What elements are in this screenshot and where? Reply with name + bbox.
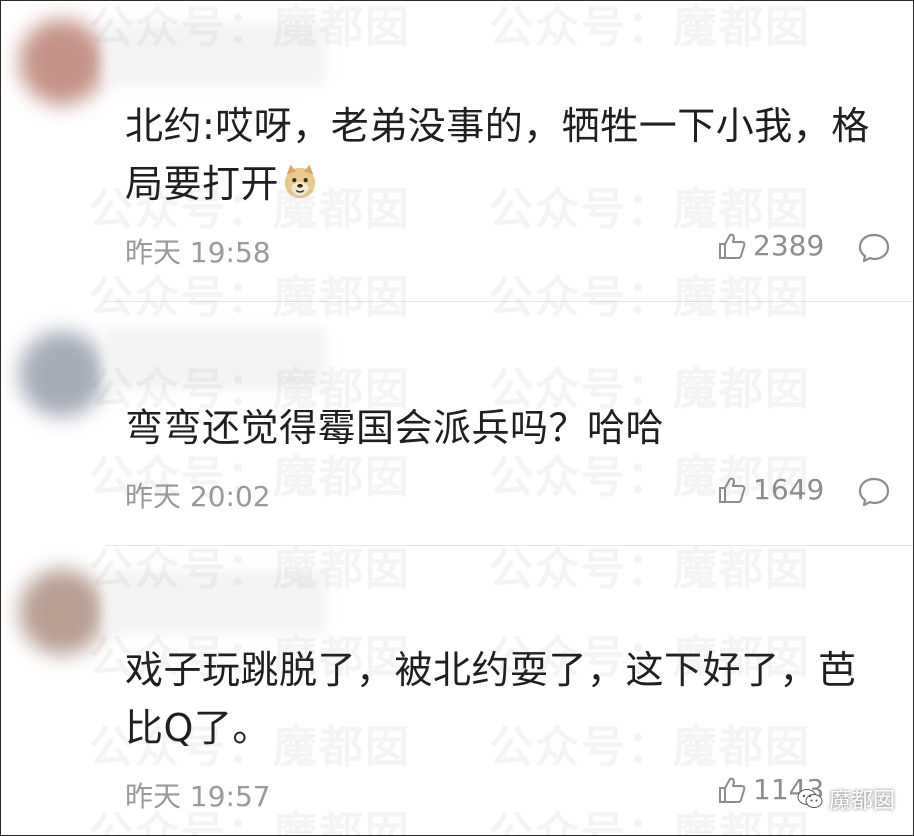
username-blurred[interactable]	[105, 571, 325, 633]
avatar[interactable]	[19, 19, 105, 105]
comment-time: 昨天 20:02	[125, 480, 271, 513]
thumbs-up-icon	[719, 233, 746, 259]
username-blurred[interactable]	[105, 23, 325, 85]
thumbs-up-icon	[719, 477, 746, 503]
comment-time: 昨天 19:58	[125, 236, 271, 269]
brand-label: 魔都囡	[828, 789, 895, 814]
username-blurred[interactable]	[105, 327, 325, 389]
wechat-brand-badge: 魔都囡	[797, 783, 895, 815]
divider	[105, 301, 913, 302]
reply-bubble-icon[interactable]	[857, 475, 891, 509]
like-button[interactable]: 1649	[717, 473, 824, 506]
comment-feed: 北约:哎呀，老弟没事的，牺牲一下小我，格局要打开 昨天 19:58 2389 弯…	[0, 0, 914, 836]
like-count: 1649	[753, 473, 825, 506]
comment-text: 戏子玩跳脱了，被北约耍了，这下好了，芭比Q了。	[125, 648, 857, 750]
avatar[interactable]	[19, 569, 105, 655]
thumbs-up-icon	[719, 777, 746, 803]
wechat-icon	[797, 789, 823, 808]
comment-time: 昨天 19:57	[125, 780, 271, 813]
comment-text: 北约:哎呀，老弟没事的，牺牲一下小我，格局要打开	[125, 104, 870, 206]
watermark-text: 公众号：魔都囡	[489, 544, 811, 595]
like-button[interactable]: 2389	[717, 229, 824, 262]
divider	[105, 545, 913, 546]
avatar[interactable]	[19, 331, 105, 417]
reply-bubble-icon[interactable]	[857, 231, 891, 265]
watermark-text: 公众号：魔都囡	[489, 272, 811, 323]
like-count: 2389	[753, 229, 825, 262]
watermark-text: 公众号：魔都囡	[489, 2, 811, 53]
doge-emoji-icon	[284, 164, 316, 199]
comment-text: 弯弯还觉得霉国会派兵吗？哈哈	[125, 406, 665, 450]
